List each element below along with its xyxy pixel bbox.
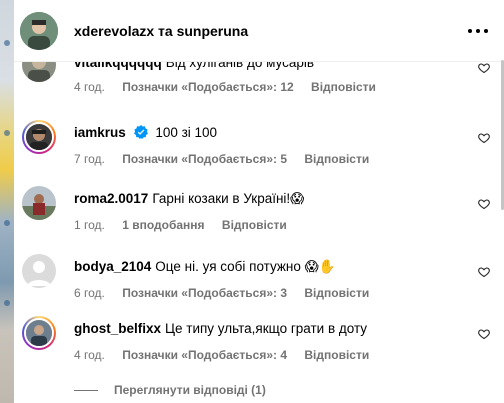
comment-likes[interactable]: Позначки «Подобається»: 5 [122, 152, 287, 166]
comments-panel: xderevolazx та sunperuna vitalikqqqqqq Ві… [14, 0, 504, 403]
post-author-avatar[interactable] [20, 11, 58, 50]
comment-text: Гарні козаки в Україні!😱 [152, 191, 305, 206]
background-post-image [0, 0, 14, 403]
comment-item: bodya_2104 Оце ні. уя собі потужно 😱✋ 6 г… [14, 254, 504, 314]
comment-item: iamkrus 100 зі 100 7 год. Позначки «Подо… [14, 120, 504, 180]
comment-likes[interactable]: Позначки «Подобається»: 12 [122, 80, 293, 94]
comment-text: 100 зі 100 [155, 125, 218, 140]
comment-text: Від хуліганів до мусарів [165, 62, 315, 70]
view-replies-label: Переглянути відповіді (1) [114, 383, 266, 397]
commenter-avatar[interactable] [22, 316, 56, 350]
comment-username[interactable]: bodya_2104 [74, 259, 151, 274]
view-replies-button[interactable]: Переглянути відповіді (1) [74, 383, 266, 397]
heart-icon[interactable] [478, 62, 490, 74]
verified-badge-icon [133, 125, 148, 139]
comment-username[interactable]: iamkrus [74, 125, 126, 140]
commenter-avatar[interactable] [22, 254, 56, 288]
comment-text: Оце ні. уя собі потужно 😱✋ [155, 259, 336, 274]
heart-icon[interactable] [478, 328, 490, 340]
comment-item: vitalikqqqqqq Від хуліганів до мусарів 4 … [14, 62, 504, 116]
comment-time[interactable]: 6 год. [74, 286, 105, 300]
comment-username[interactable]: roma2.0017 [74, 191, 148, 206]
comment-time[interactable]: 7 год. [74, 152, 105, 166]
comment-time[interactable]: 4 год. [74, 80, 105, 94]
comment-username[interactable]: vitalikqqqqqq [74, 62, 162, 70]
comment-text: Це типу ульта,якщо грати в доту [165, 321, 368, 336]
reply-button[interactable]: Відповісти [304, 286, 369, 300]
post-header: xderevolazx та sunperuna [14, 0, 504, 62]
reply-button[interactable]: Відповісти [311, 80, 376, 94]
reply-button[interactable]: Відповісти [222, 218, 287, 232]
heart-icon[interactable] [478, 132, 490, 144]
reply-button[interactable]: Відповісти [304, 152, 369, 166]
commenter-avatar[interactable] [22, 186, 56, 220]
heart-icon[interactable] [478, 198, 490, 210]
commenter-avatar[interactable] [22, 62, 56, 82]
divider [74, 389, 98, 391]
comments-list: vitalikqqqqqq Від хуліганів до мусарів 4 … [14, 62, 504, 403]
comment-item: ghost_belfixx Це типу ульта,якщо грати в … [14, 316, 504, 376]
heart-icon[interactable] [478, 266, 490, 278]
comment-time[interactable]: 1 год. [74, 218, 105, 232]
commenter-avatar[interactable] [22, 120, 56, 154]
comment-likes[interactable]: Позначки «Подобається»: 4 [122, 348, 287, 362]
comment-likes[interactable]: Позначки «Подобається»: 3 [122, 286, 287, 300]
comment-likes[interactable]: 1 вподобання [122, 218, 204, 232]
post-header-title[interactable]: xderevolazx та sunperuna [74, 23, 248, 39]
comment-username[interactable]: ghost_belfixx [74, 321, 161, 336]
comment-time[interactable]: 4 год. [74, 348, 105, 362]
more-options-icon[interactable] [468, 22, 488, 40]
reply-button[interactable]: Відповісти [304, 348, 369, 362]
comment-item: roma2.0017 Гарні козаки в Україні!😱 1 год… [14, 186, 504, 246]
